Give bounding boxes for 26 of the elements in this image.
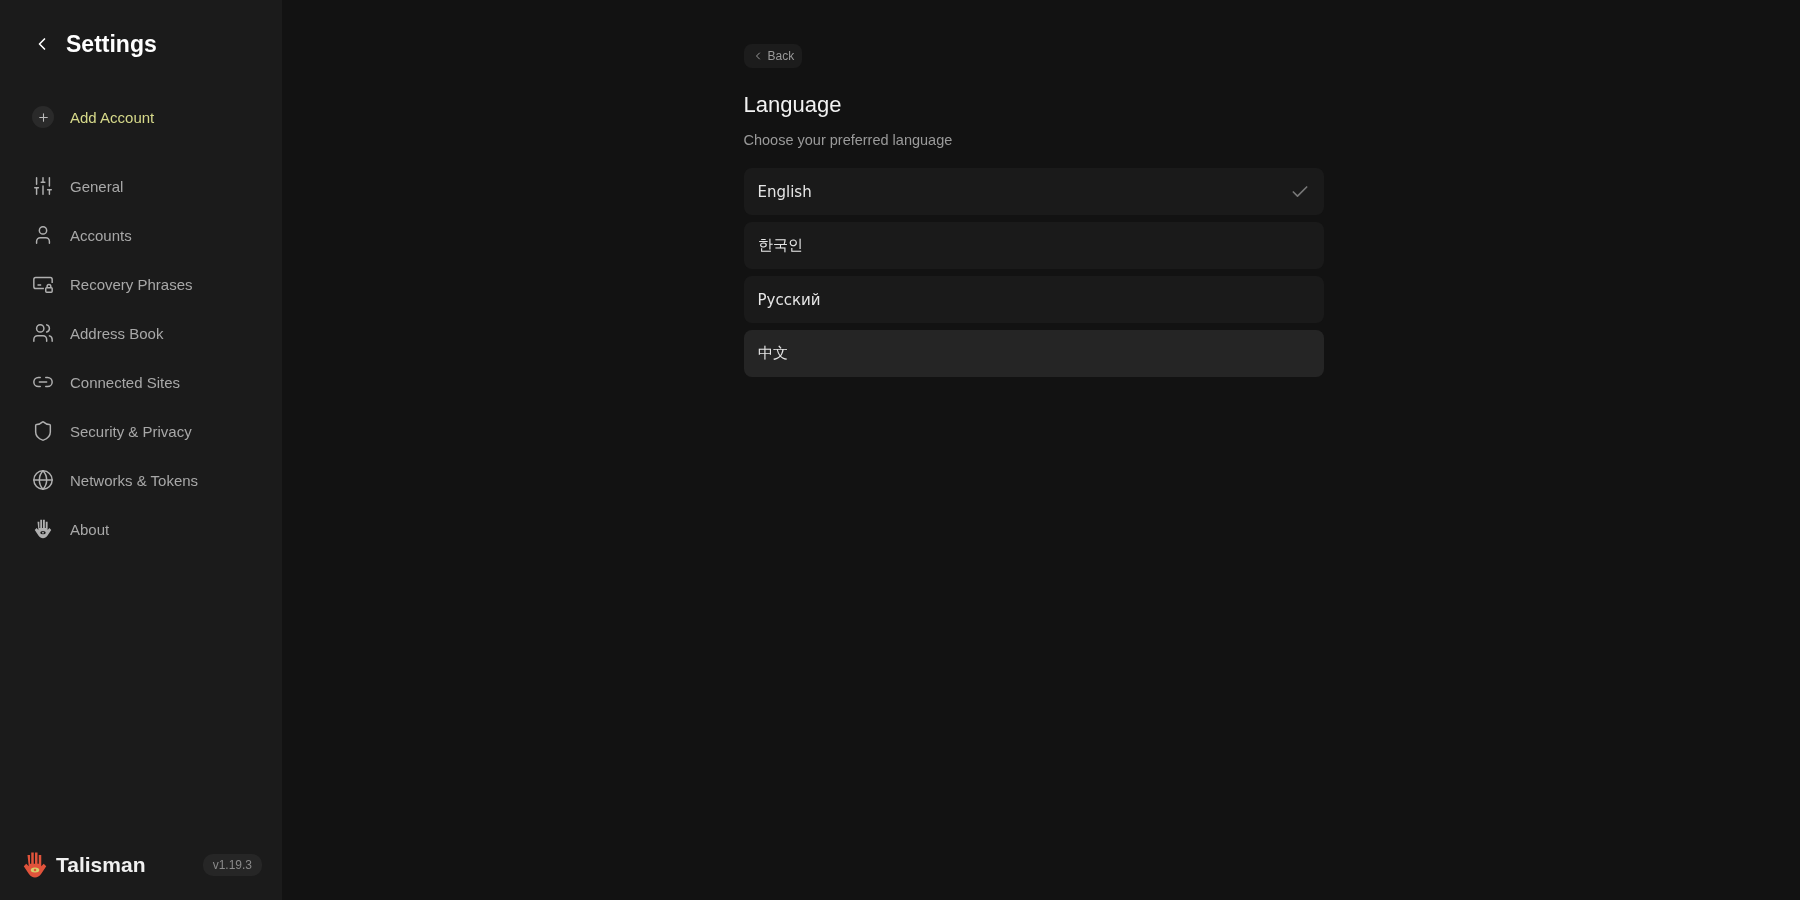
sidebar-item[interactable]: Accounts [20, 217, 262, 253]
sidebar-item[interactable]: General [20, 168, 262, 204]
language-option[interactable]: 中文 [743, 330, 1324, 377]
users-icon [32, 322, 54, 344]
sidebar-item[interactable]: Security & Privacy [20, 413, 262, 449]
sidebar-item[interactable]: Connected Sites [20, 364, 262, 400]
sidebar-item[interactable]: Networks & Tokens [20, 462, 262, 498]
hand-eye-icon [32, 518, 54, 540]
add-account-button[interactable]: Add Account [20, 100, 262, 134]
version-badge: v1.19.3 [202, 854, 262, 876]
back-button[interactable]: Back [743, 44, 803, 68]
plus-icon [32, 106, 54, 128]
brand-name: Talisman [56, 853, 146, 877]
language-option[interactable]: 한국인 [743, 222, 1324, 269]
sliders-icon [32, 175, 54, 197]
page-title: Language [743, 92, 843, 118]
language-option[interactable]: English [743, 168, 1324, 215]
sidebar-item[interactable]: Recovery Phrases [20, 266, 262, 302]
sidebar-item[interactable]: About [20, 511, 262, 547]
sidebar-title: Settings [66, 30, 157, 58]
language-option[interactable]: Русский [743, 276, 1324, 323]
page-subtitle: Choose your preferred language [743, 132, 954, 148]
back-label: Back [767, 49, 795, 63]
globe-icon [32, 469, 54, 491]
sidebar-item[interactable]: Address Book [20, 315, 262, 351]
shield-icon [32, 420, 54, 442]
